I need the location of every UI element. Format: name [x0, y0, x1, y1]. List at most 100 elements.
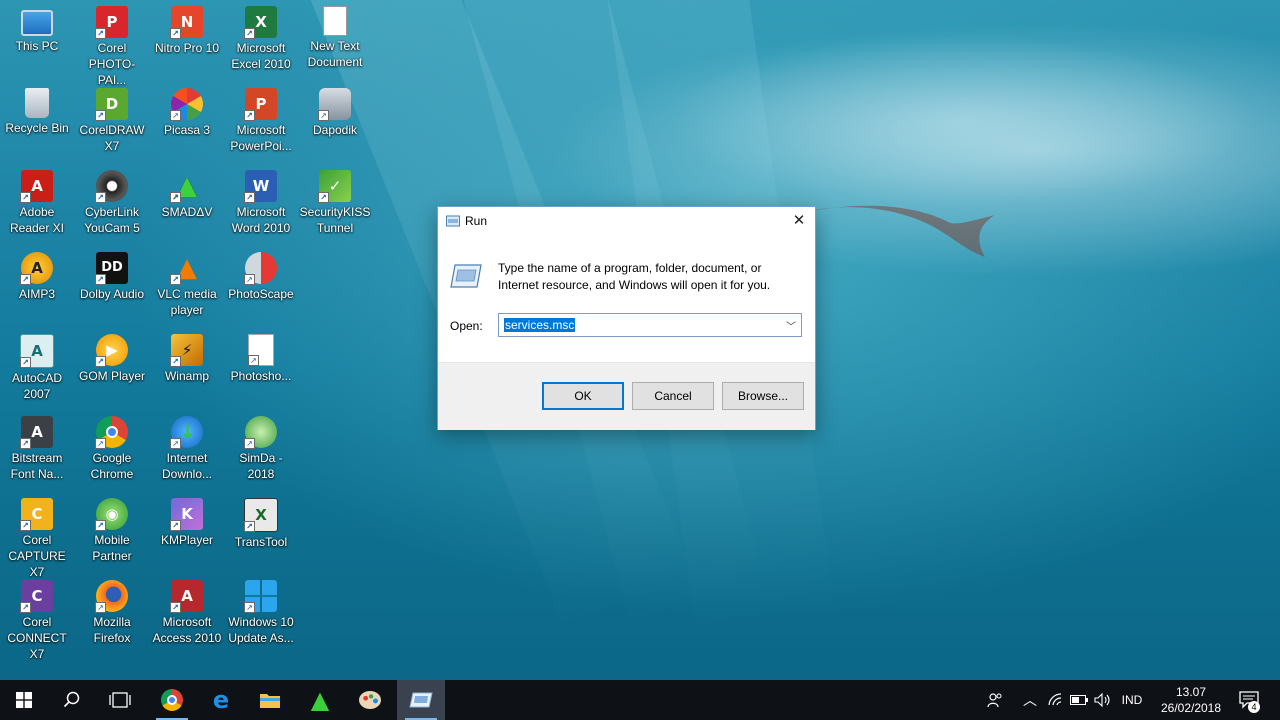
desktop-icon-corel-connect[interactable]: C ↗ Corel CONNECT X7 — [0, 576, 74, 661]
network-button[interactable] — [1046, 680, 1066, 720]
taskbar-clock[interactable]: 13.07 26/02/2018 — [1146, 680, 1236, 720]
winamp-icon: ⚡ ↗ — [170, 334, 203, 367]
desktop-icon-label: SecurityKISS Tunnel — [299, 205, 371, 235]
open-input[interactable]: services.msc — [504, 318, 576, 332]
desktop-icon-this-pc[interactable]: This PC — [0, 2, 74, 82]
desktop-icon-transtool[interactable]: X ↗ TransTool — [224, 494, 298, 574]
run-dialog-titlebar[interactable]: Run ✕ — [438, 207, 815, 237]
chrome-icon: ↗ — [95, 416, 128, 449]
dapodik-icon: ↗ — [318, 88, 351, 121]
desktop-icon-label: Microsoft PowerPoi... — [230, 123, 292, 153]
desktop-icon-label: Windows 10 Update As... — [228, 615, 294, 645]
show-hidden-icons-button[interactable]: ︿ — [1020, 680, 1040, 720]
task-view-button[interactable] — [96, 680, 144, 720]
desktop-icon-dapodik[interactable]: ↗ Dapodik — [298, 84, 372, 164]
ok-button[interactable]: OK — [542, 382, 624, 410]
smadav-icon: ▲ — [310, 686, 330, 714]
taskbar-smadav[interactable]: ▲ — [296, 680, 344, 720]
edge-icon: e — [212, 686, 230, 714]
desktop-icon-label: Mobile Partner — [92, 533, 132, 563]
desktop-icon-nitro-pro[interactable]: N ↗ Nitro Pro 10 — [150, 2, 224, 82]
close-button[interactable]: ✕ — [783, 207, 815, 237]
desktop-icon-label: Microsoft Excel 2010 — [231, 41, 291, 71]
action-center-button[interactable]: 4 — [1234, 680, 1264, 720]
desktop-icon-photoshop-file[interactable]: ↗ Photosho... — [224, 330, 298, 410]
taskbar-paint[interactable] — [346, 680, 394, 720]
taskbar-chrome[interactable] — [148, 680, 196, 720]
desktop-icon-excel[interactable]: X ↗ Microsoft Excel 2010 — [224, 2, 298, 82]
desktop-icon-label: Corel PHOTO-PAI... — [88, 41, 136, 87]
browse-button[interactable]: Browse... — [722, 382, 804, 410]
desktop-icon-recycle-bin[interactable]: Recycle Bin — [0, 84, 74, 164]
battery-button[interactable] — [1068, 680, 1090, 720]
task-view-icon — [109, 692, 131, 708]
desktop-icon-securitykiss[interactable]: ✓ ↗ SecurityKISS Tunnel — [298, 166, 372, 246]
notification-count-badge: 4 — [1248, 701, 1260, 713]
desktop-icon-chrome[interactable]: ↗ Google Chrome — [75, 412, 149, 492]
desktop-icon-gom-player[interactable]: ▶ ↗ GOM Player — [75, 330, 149, 410]
word-icon: W ↗ — [244, 170, 277, 203]
desktop-icon-label: Dolby Audio — [79, 287, 145, 301]
desktop-icon-picasa[interactable]: ↗ Picasa 3 — [150, 84, 224, 164]
desktop-icon-vlc[interactable]: ▲ ↗ VLC media player — [150, 248, 224, 328]
search-button[interactable] — [48, 680, 96, 720]
run-icon — [409, 692, 433, 708]
excel-icon: X ↗ — [244, 6, 277, 39]
desktop-icon-adobe-reader[interactable]: A ↗ Adobe Reader XI — [0, 166, 74, 246]
desktop-icon-corel-photo-paint[interactable]: P ↗ Corel PHOTO-PAI... — [75, 2, 149, 87]
desktop-icon-label: VLC media player — [157, 287, 217, 317]
desktop-icon-kmplayer[interactable]: K ↗ KMPlayer — [150, 494, 224, 574]
desktop-icon-label: SMADΔV — [161, 205, 213, 219]
desktop-icon-winamp[interactable]: ⚡ ↗ Winamp — [150, 330, 224, 410]
desktop-icon-label: Microsoft Access 2010 — [152, 615, 222, 645]
desktop-icon-powerpoint[interactable]: P ↗ Microsoft PowerPoi... — [224, 84, 298, 164]
firefox-icon: ↗ — [95, 580, 128, 613]
desktop-icon-youcam[interactable]: ↗ CyberLink YouCam 5 — [75, 166, 149, 246]
desktop-icon-windows-update[interactable]: ↗ Windows 10 Update As... — [224, 576, 298, 656]
taskbar-edge[interactable]: e — [197, 680, 245, 720]
desktop-icon-access[interactable]: A ↗ Microsoft Access 2010 — [150, 576, 224, 656]
desktop-icon-photoscape[interactable]: ↗ PhotoScape — [224, 248, 298, 328]
desktop-icon-bitstream[interactable]: A ↗ Bitstream Font Na... — [0, 412, 74, 492]
taskbar-file-explorer[interactable] — [246, 680, 294, 720]
battery-icon — [1070, 695, 1088, 705]
desktop-icon-label: Photosho... — [230, 369, 292, 383]
desktop-icon-label: Winamp — [164, 369, 209, 383]
dolby-icon: DD ↗ — [95, 252, 128, 285]
desktop-icon-label: Internet Downlo... — [161, 451, 213, 481]
desktop-icon-idm[interactable]: ↓ ↗ Internet Downlo... — [150, 412, 224, 492]
desktop-icon-mobile-partner[interactable]: ◉ ↗ Mobile Partner — [75, 494, 149, 574]
desktop-icon-label: SimDa - 2018 — [239, 451, 283, 481]
wallpaper-swimmer — [800, 205, 995, 257]
taskbar: e ▲ ︿ IND 13.07 26/02/2018 4 — [0, 680, 1280, 720]
people-button[interactable] — [982, 680, 1008, 720]
photoscape-icon: ↗ — [244, 252, 277, 285]
clock-time: 13.07 — [1175, 685, 1207, 699]
desktop-icon-word[interactable]: W ↗ Microsoft Word 2010 — [224, 166, 298, 246]
autocad-icon: A ↗ — [20, 334, 54, 368]
paint-icon — [359, 691, 381, 709]
start-button[interactable] — [0, 680, 48, 720]
vlc-icon: ▲ ↗ — [170, 252, 203, 285]
speaker-icon — [1094, 693, 1110, 707]
desktop-icon-aimp[interactable]: A ↗ AIMP3 — [0, 248, 74, 328]
desktop-icon-new-text-document[interactable]: New Text Document — [298, 2, 372, 82]
run-program-icon — [450, 264, 482, 288]
taskbar-run[interactable] — [397, 680, 445, 720]
transtool-icon: X ↗ — [244, 498, 278, 532]
cancel-button[interactable]: Cancel — [632, 382, 714, 410]
desktop-icon-corel-capture[interactable]: C ↗ Corel CAPTURE X7 — [0, 494, 74, 579]
coreldraw-icon: D ↗ — [95, 88, 128, 121]
desktop-icon-smadav[interactable]: ▲ ↗ SMADΔV — [150, 166, 224, 246]
desktop-icon-coreldraw[interactable]: D ↗ CorelDRAW X7 — [75, 84, 149, 164]
input-language-button[interactable]: IND — [1116, 680, 1148, 720]
chevron-down-icon[interactable]: ﹀ — [786, 318, 796, 333]
desktop-icon-firefox[interactable]: ↗ Mozilla Firefox — [75, 576, 149, 656]
open-combobox[interactable]: services.msc ﹀ — [498, 313, 802, 337]
volume-button[interactable] — [1092, 680, 1114, 720]
run-dialog: Run ✕ Type the name of a program, folder… — [437, 206, 816, 430]
desktop-icon-autocad[interactable]: A ↗ AutoCAD 2007 — [0, 330, 74, 410]
search-icon — [63, 691, 80, 708]
desktop-icon-dolby[interactable]: DD ↗ Dolby Audio — [75, 248, 149, 328]
desktop-icon-simda[interactable]: ↗ SimDa - 2018 — [224, 412, 298, 492]
